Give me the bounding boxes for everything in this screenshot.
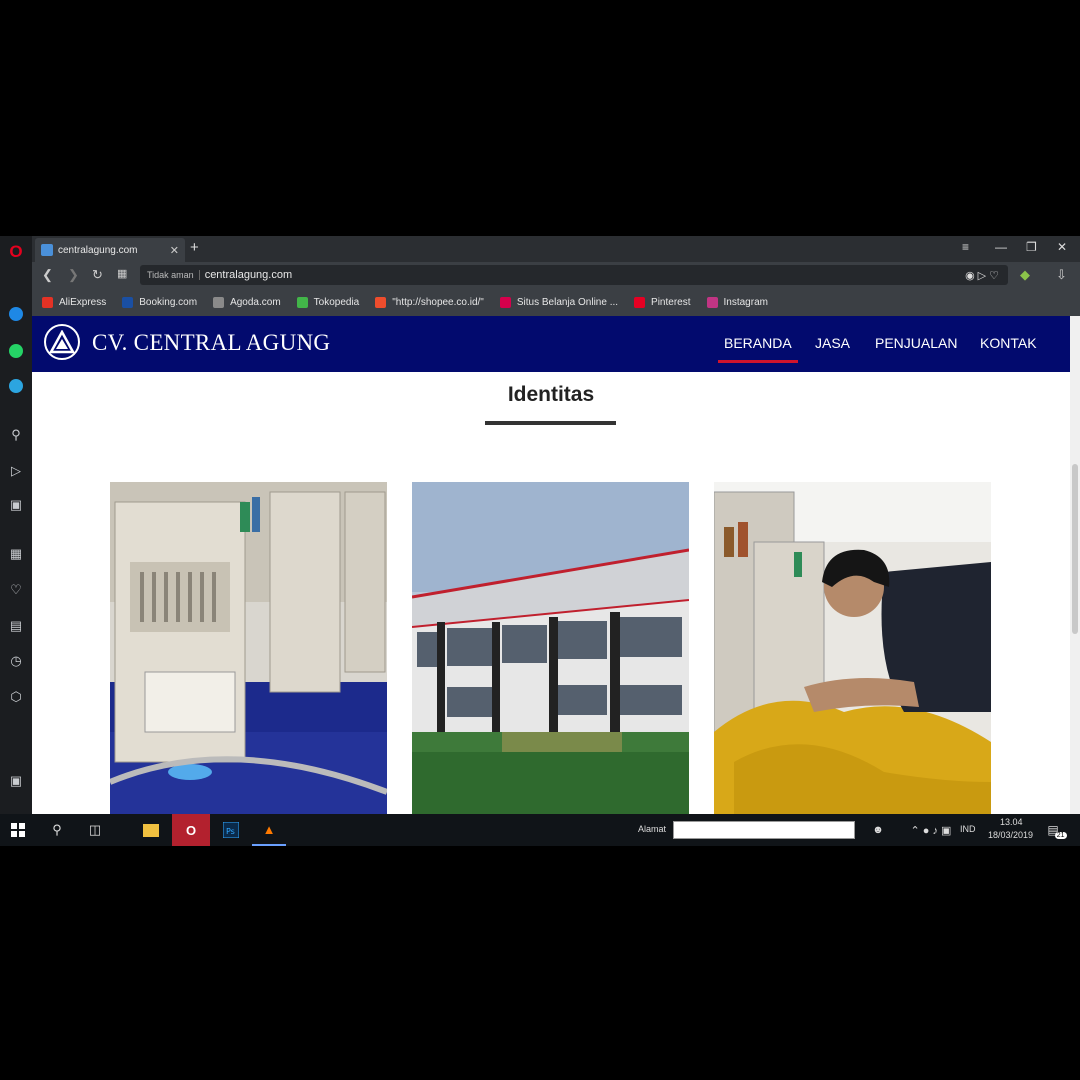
worker-at-machine-photo — [714, 482, 991, 814]
clock-date[interactable]: 18/03/2019 — [988, 830, 1033, 840]
bookmark-favicon-icon — [296, 296, 308, 308]
camera-icon[interactable]: ▣ — [6, 495, 26, 515]
bookmark-label: Agoda.com — [230, 296, 281, 308]
system-tray-icons[interactable]: ⌃ ● ♪ ▣ — [896, 814, 966, 846]
task-view-icon[interactable]: ◫ — [78, 814, 112, 846]
svg-text:Ps: Ps — [226, 827, 235, 836]
bookmark-favicon-icon — [375, 296, 387, 308]
page-scrollbar[interactable] — [1070, 316, 1080, 814]
bookmark-label: Situs Belanja Online ... — [516, 296, 619, 308]
bookmark-label: Pinterest — [651, 296, 691, 308]
download-icon[interactable]: ⇩ — [1056, 267, 1067, 283]
section-title: Identitas — [507, 383, 595, 406]
close-window-icon[interactable]: ✕ — [1057, 240, 1067, 254]
bookmark-favicon-icon — [634, 296, 646, 308]
speed-dial-grid-icon[interactable]: ▦ — [117, 267, 127, 280]
new-tab-button[interactable]: + — [190, 239, 199, 256]
taskbar-search-icon[interactable]: ⚲ — [40, 814, 74, 846]
company-logo-icon[interactable] — [44, 324, 80, 360]
nav-jasa[interactable]: JASA — [815, 335, 850, 351]
bookmark-favicon-icon — [499, 296, 511, 308]
restore-icon[interactable]: ❐ — [1026, 240, 1037, 254]
bookmark-item[interactable]: Booking.com — [122, 296, 198, 308]
tab-bar: centralagung.com ✕ + ≡ — ❐ ✕ — [32, 236, 1080, 262]
vpn-icon[interactable]: ◆ — [1020, 267, 1030, 283]
close-tab-icon[interactable]: ✕ — [170, 244, 179, 257]
windows-taskbar: ⚲ ◫ O Ps ▲ Alamat ☻ ⌃ ● ♪ ▣ IND 13.04 18… — [0, 814, 1080, 846]
extensions-icon[interactable]: ⬡ — [6, 687, 26, 707]
bookmark-favicon-icon — [42, 296, 53, 308]
bookmark-item[interactable]: Instagram — [706, 296, 768, 308]
nav-kontak[interactable]: KONTAK — [980, 335, 1037, 351]
search-icon[interactable]: ⚲ — [6, 425, 26, 445]
minimize-icon[interactable]: — — [995, 240, 1007, 254]
notification-center-icon[interactable]: ▤ 21 — [1044, 814, 1070, 846]
bookmark-item[interactable]: Situs Belanja Online ... — [499, 296, 619, 308]
bookmark-label: Instagram — [723, 296, 768, 308]
bookmark-label: AliExpress — [59, 296, 107, 308]
bookmark-item[interactable]: AliExpress — [42, 296, 107, 308]
screen: O ⚲ ▷ ▣ ▦ ♡ ▤ ◷ ⬡ ▣ centralagung.com ✕ +… — [0, 236, 1080, 846]
notification-count: 21 — [1054, 831, 1067, 839]
bookmark-label: Booking.com — [139, 296, 198, 308]
taskbar-address-field[interactable] — [673, 821, 855, 839]
forward-icon[interactable]: ❯ — [68, 267, 79, 283]
url-field[interactable]: Tidak aman centralagung.com ◉▷♡ — [140, 265, 1008, 285]
bookmark-item[interactable]: "http://shopee.co.id/" — [375, 296, 484, 308]
reload-icon[interactable]: ↻ — [92, 267, 103, 283]
bookmark-label: Tokopedia — [313, 296, 360, 308]
tab-menu-icon[interactable]: ≡ — [962, 240, 969, 254]
send-icon[interactable]: ▷ — [6, 461, 26, 481]
bookmarks-bar: AliExpress Booking.com Agoda.com Tokopedia "… — [32, 288, 1080, 316]
whatsapp-icon[interactable] — [6, 341, 26, 361]
url-actions-icon[interactable]: ◉▷♡ — [965, 269, 1002, 282]
address-bar-row: ❮ ❯ ↻ ▦ Tidak aman centralagung.com ◉▷♡ … — [32, 262, 1080, 288]
opera-logo-icon[interactable]: O — [6, 242, 26, 262]
web-page: CV. CENTRAL AGUNG BERANDA JASA PENJUALAN… — [32, 316, 1070, 814]
speed-dial-icon[interactable]: ▦ — [6, 544, 26, 564]
security-label[interactable]: Tidak aman — [147, 270, 200, 280]
photoshop-icon[interactable]: Ps — [214, 814, 248, 846]
messenger-icon[interactable] — [6, 304, 26, 324]
tab-title: centralagung.com — [58, 244, 138, 256]
windows-start-icon[interactable] — [0, 814, 36, 846]
bookmark-label: "http://shopee.co.id/" — [392, 296, 484, 308]
bookmark-favicon-icon — [213, 296, 225, 308]
app-flame-icon[interactable]: ▲ — [252, 814, 286, 846]
bookmark-favicon-icon — [706, 296, 718, 308]
bookmark-favicon-icon — [122, 296, 134, 308]
opera-sidebar: O ⚲ ▷ ▣ ▦ ♡ ▤ ◷ ⬡ ▣ — [0, 236, 32, 814]
sidebar-toggle-icon[interactable]: ▣ — [6, 771, 26, 791]
file-explorer-icon[interactable] — [134, 814, 168, 846]
site-header: CV. CENTRAL AGUNG BERANDA JASA PENJUALAN… — [32, 316, 1070, 372]
tab-centralagung[interactable]: centralagung.com ✕ — [35, 238, 185, 262]
back-icon[interactable]: ❮ — [42, 267, 53, 283]
telegram-icon[interactable] — [6, 376, 26, 396]
nav-beranda[interactable]: BERANDA — [718, 335, 798, 363]
language-indicator[interactable]: IND — [960, 824, 976, 834]
site-favicon-icon — [41, 244, 53, 256]
clock-time[interactable]: 13.04 — [1000, 817, 1023, 827]
title-underline — [485, 421, 616, 425]
bookmark-item[interactable]: Pinterest — [634, 296, 691, 308]
bookmark-item[interactable]: Tokopedia — [296, 296, 360, 308]
url-text: centralagung.com — [204, 269, 293, 281]
news-icon[interactable]: ▤ — [6, 616, 26, 636]
nav-penjualan[interactable]: PENJUALAN — [875, 335, 957, 351]
brand-name[interactable]: CV. CENTRAL AGUNG — [92, 330, 330, 356]
embroidery-machines-photo — [110, 482, 387, 814]
scrollbar-thumb[interactable] — [1072, 464, 1078, 634]
history-icon[interactable]: ◷ — [6, 651, 26, 671]
people-icon[interactable]: ☻ — [868, 814, 888, 846]
factory-building-photo — [412, 482, 689, 814]
opera-taskbar-icon[interactable]: O — [172, 814, 210, 846]
bookmark-item[interactable]: Agoda.com — [213, 296, 281, 308]
heart-icon[interactable]: ♡ — [6, 580, 26, 600]
address-label: Alamat — [638, 824, 667, 834]
